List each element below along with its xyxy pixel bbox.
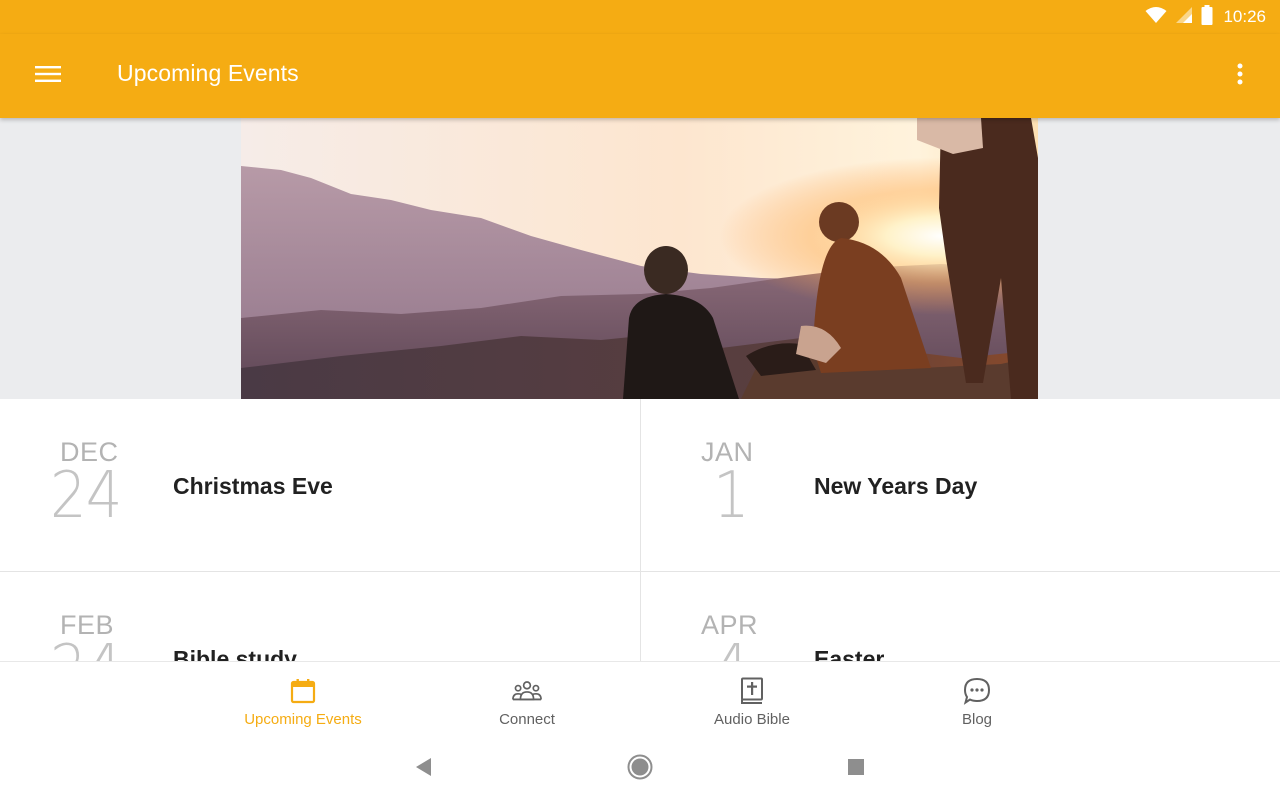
nav-upcoming-events[interactable]: Upcoming Events <box>213 662 393 742</box>
nav-label: Upcoming Events <box>244 711 362 728</box>
overflow-menu-button[interactable] <box>1222 56 1258 96</box>
chat-bubble-icon <box>962 676 992 706</box>
menu-button[interactable] <box>28 56 68 96</box>
events-grid: DEC 24 Christmas Eve JAN 1 New Years Day… <box>0 399 1280 661</box>
event-card[interactable]: APR 4 Easter <box>640 572 1280 661</box>
nav-label: Audio Bible <box>714 711 790 728</box>
nav-label: Connect <box>499 711 555 728</box>
battery-icon <box>1201 4 1213 30</box>
page-title: Upcoming Events <box>117 60 299 86</box>
nav-blog[interactable]: Blog <box>887 662 1067 742</box>
cell-signal-icon <box>1175 6 1193 29</box>
event-title: Bible study <box>173 646 297 661</box>
bottom-navigation: Upcoming Events Connect Audio Bible Blog <box>0 661 1280 741</box>
event-card[interactable]: FEB 24 Bible study <box>0 572 640 661</box>
status-bar: 10:26 <box>0 0 1280 34</box>
hamburger-menu-icon <box>35 65 61 88</box>
recents-button[interactable] <box>839 754 873 784</box>
calendar-icon <box>288 676 318 706</box>
event-day: 4 <box>713 632 750 661</box>
more-vert-icon <box>1237 63 1243 90</box>
back-button[interactable] <box>407 754 441 784</box>
home-button[interactable] <box>623 754 657 784</box>
nav-connect[interactable]: Connect <box>437 662 617 742</box>
home-circle-icon <box>627 754 653 785</box>
system-navigation-bar <box>0 741 1280 800</box>
event-card[interactable]: JAN 1 New Years Day <box>640 399 1280 572</box>
recents-square-icon <box>847 758 865 781</box>
status-icons: 10:26 <box>1145 4 1266 30</box>
event-day: 1 <box>713 459 750 533</box>
group-icon <box>512 676 542 706</box>
event-title: Easter <box>814 646 885 661</box>
bible-icon <box>737 676 767 706</box>
back-triangle-icon <box>415 757 433 782</box>
nav-label: Blog <box>961 711 993 728</box>
event-card[interactable]: DEC 24 Christmas Eve <box>0 399 640 572</box>
nav-audio-bible[interactable]: Audio Bible <box>662 662 842 742</box>
wifi-icon <box>1145 6 1167 29</box>
event-day: 24 <box>50 632 122 661</box>
event-title: New Years Day <box>814 473 978 499</box>
hero-image <box>241 118 1038 399</box>
event-title: Christmas Eve <box>173 473 333 499</box>
app-bar: Upcoming Events <box>0 34 1280 118</box>
status-time: 10:26 <box>1223 7 1266 26</box>
event-day: 24 <box>50 459 122 533</box>
